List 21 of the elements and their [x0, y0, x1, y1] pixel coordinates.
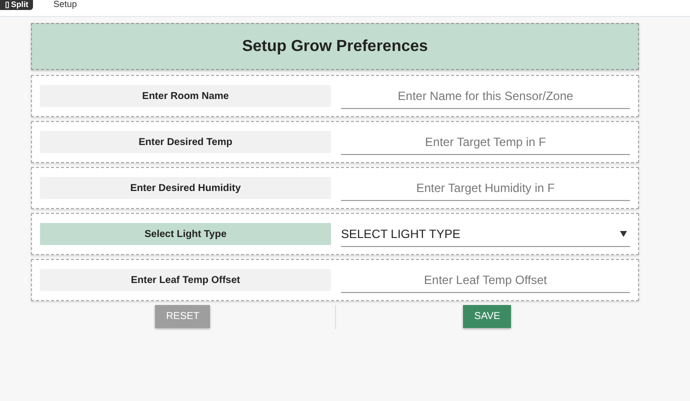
input-field[interactable]: Enter Target Humidity in F [341, 180, 630, 194]
input-field[interactable]: Enter Target Temp in F [341, 134, 630, 148]
input-field[interactable]: Enter Leaf Temp Offset [341, 272, 630, 286]
field-label: Enter Room Name [40, 85, 331, 107]
text-field[interactable]: Enter Target Humidity in F [341, 176, 630, 200]
field-label: Enter Leaf Temp Offset [40, 269, 331, 291]
form-title: Setup Grow Preferences [31, 23, 639, 70]
field-label: Select Light Type [40, 223, 331, 245]
input-field[interactable]: Enter Name for this Sensor/Zone [341, 88, 630, 102]
field-label: Enter Desired Humidity [40, 177, 331, 199]
split-button[interactable]: ▯ Split [0, 0, 34, 10]
text-field[interactable]: Enter Leaf Temp Offset [341, 268, 630, 292]
text-field[interactable]: Enter Target Temp in F [341, 130, 630, 154]
field-label: Enter Desired Temp [40, 131, 331, 153]
light-type-dropdown[interactable]: SELECT LIGHT TYPE [341, 222, 630, 246]
split-icon: ▯ [5, 0, 9, 10]
dropdown-value: SELECT LIGHT TYPE [341, 226, 460, 240]
setup-tab[interactable]: Setup [53, 0, 77, 9]
text-field[interactable]: Enter Name for this Sensor/Zone [341, 84, 630, 108]
caret-icon [620, 230, 627, 236]
save-button[interactable]: SAVE [463, 305, 512, 328]
